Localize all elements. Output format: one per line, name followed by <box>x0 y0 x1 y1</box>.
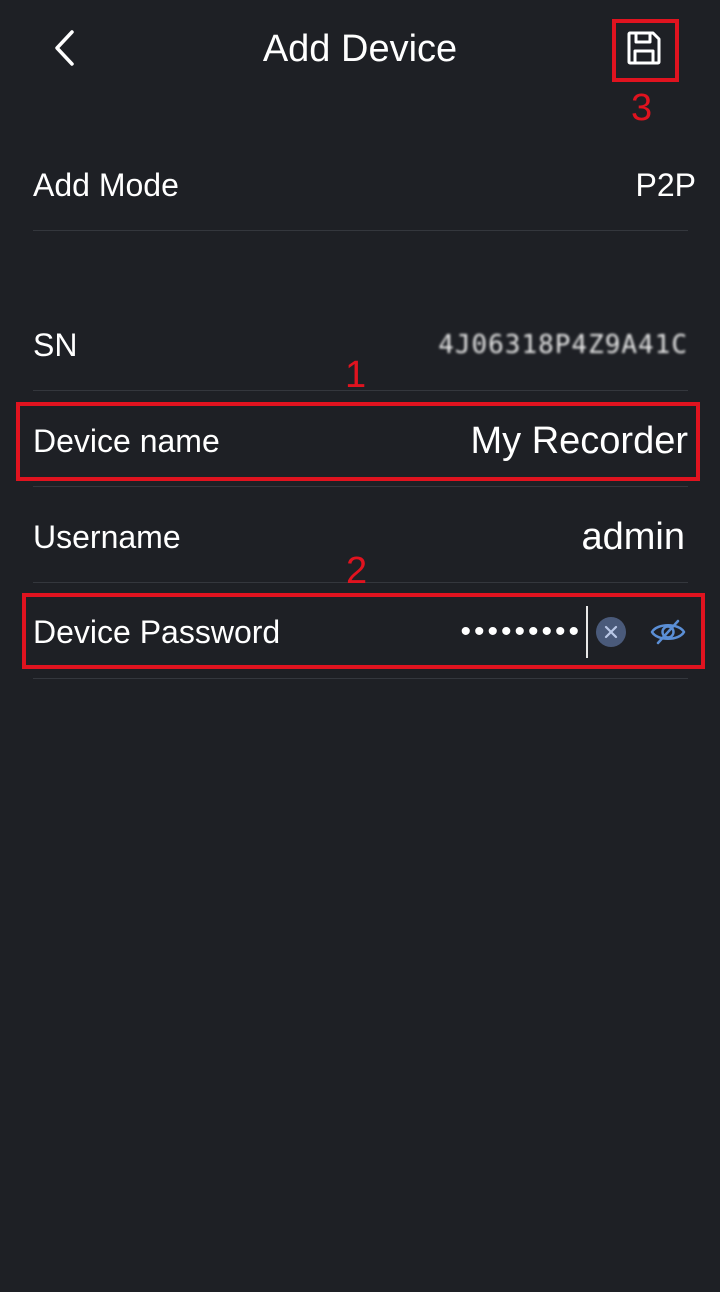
add-mode-row: Add Mode P2P <box>33 163 696 207</box>
username-label: Username <box>33 519 181 555</box>
add-mode-label: Add Mode <box>33 167 179 203</box>
annotation-box-password <box>22 593 705 669</box>
sn-value: 4J06318P4Z9A41C <box>438 330 688 360</box>
divider <box>33 230 688 231</box>
add-mode-value: P2P <box>635 167 696 203</box>
sn-label: SN <box>33 327 78 363</box>
username-field[interactable]: admin <box>582 514 686 560</box>
divider <box>33 678 688 679</box>
annotation-number-1: 1 <box>345 354 367 396</box>
add-device-screen: Add Device Add Mode P2P SN 4J06318P4Z9A4… <box>0 0 720 1292</box>
annotation-number-2: 2 <box>346 550 368 592</box>
annotation-box-device-name <box>16 402 700 481</box>
annotation-number-3: 3 <box>631 87 653 129</box>
divider <box>33 486 688 487</box>
annotation-box-save <box>612 19 679 82</box>
